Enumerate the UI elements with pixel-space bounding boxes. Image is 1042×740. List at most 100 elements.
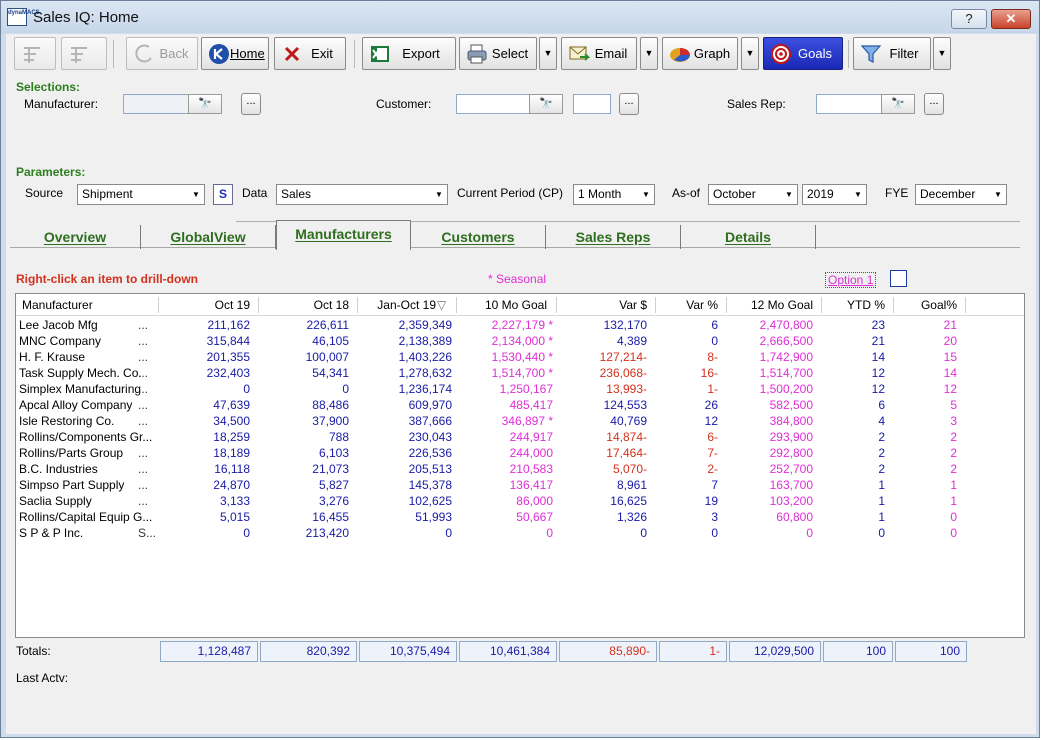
printer-icon [466,43,488,65]
manufacturer-more: ... [138,318,149,332]
graph-dropdown[interactable]: ▼ [741,37,759,70]
table-row[interactable]: Saclia Supply... 3,133 3,276 102,625 86,000 1… [16,493,1024,509]
customer-find-button[interactable]: 🔭 [529,94,563,114]
table-row[interactable]: Isle Restoring Co.... 34,500 37,900 387,666… [16,413,1024,429]
cell-var: 124,553 [603,398,647,412]
table-row[interactable]: Simpso Part Supply... 24,870 5,827 145,378 1… [16,477,1024,493]
table-row[interactable]: Simplex Manufacturing... 0 0 1,236,174 1,250… [16,381,1024,397]
cell-ytd: 387,666 [408,414,452,428]
table-row[interactable]: Apcal Alloy Company... 47,639 88,486 609,97… [16,397,1024,413]
current-period-select[interactable]: 1 Month ▼ [573,184,655,205]
col-var-dollar-header[interactable]: Var $ [556,298,647,312]
filter-dropdown[interactable]: ▼ [933,37,951,70]
col-divider [965,297,966,313]
cell-goal10: 244,917 [509,430,553,444]
back-button[interactable]: Back [126,37,198,70]
col-goal-pct-header[interactable]: Goal% [893,298,957,312]
table-row[interactable]: B.C. Industries... 16,118 21,073 205,513 210… [16,461,1024,477]
manufacturer-input[interactable] [123,94,189,114]
manufacturer-more: ... [138,462,149,476]
export-button[interactable]: Export [362,37,456,70]
sales-rep-find-button[interactable]: 🔭 [881,94,915,114]
col-oct18-header[interactable]: Oct 18 [258,298,349,312]
email-button[interactable]: Email [561,37,637,70]
next-record-button[interactable] [61,37,107,70]
cell-oct18: 100,007 [305,350,349,364]
tab-globalview[interactable]: GlobalView [141,225,276,249]
cell-goal12: 292,800 [769,446,813,460]
cell-oct18: 21,073 [312,462,349,476]
cell-varpct: 0 [711,334,718,348]
cell-varpct: 19 [704,494,718,508]
exit-button[interactable]: Exit [274,37,346,70]
cell-ytd: 230,043 [408,430,452,444]
graph-button[interactable]: Graph [662,37,738,70]
email-icon [568,43,591,65]
asof-month-select[interactable]: October ▼ [708,184,798,205]
table-row[interactable]: H. F. Krause... 201,355 100,007 1,403,226 1,… [16,349,1024,365]
cell-goalpct: 0 [950,510,957,524]
close-button[interactable]: ✕ [991,9,1031,29]
col-10mo-goal-header[interactable]: 10 Mo Goal [456,298,547,312]
table-row[interactable]: Task Supply Mech. Co.... 232,403 54,341 1,2… [16,365,1024,381]
cell-ytdpct: 1 [878,494,885,508]
sales-rep-browse-button[interactable]: ... [924,93,944,115]
total-goal-pct: 100 [895,641,967,662]
table-row[interactable]: S P & P Inc. S... 0 213,420 0 0 0 0 0 0 0 [16,525,1024,541]
select-button[interactable]: Select [459,37,537,70]
chevron-down-icon: ▼ [854,190,862,199]
data-select[interactable]: Sales ▼ [276,184,448,205]
tab-details[interactable]: Details [681,225,816,249]
cell-ytd: 2,138,389 [398,334,452,348]
table-row[interactable]: Rollins/Capital Equip G... 5,015 16,455 51,… [16,509,1024,525]
home-button[interactable]: Home [201,37,269,70]
cell-goal12: 384,800 [769,414,813,428]
manufacturer-more: ... [138,366,149,380]
sort-desc-icon: ▽ [437,298,447,312]
col-12mo-goal-header[interactable]: 12 Mo Goal [726,298,813,312]
seasonal-toggle-button[interactable]: S [213,184,233,205]
tab-manufacturers[interactable]: Manufacturers [276,220,411,250]
asof-year-select[interactable]: 2019 ▼ [802,184,867,205]
tab-customers[interactable]: Customers [411,225,546,249]
window-title: Sales IQ: Home [33,9,139,26]
total-ytd: 10,375,494 [359,641,457,662]
table-row[interactable]: Rollins/Parts Group... 18,189 6,103 226,536… [16,445,1024,461]
tab-sales-reps[interactable]: Sales Reps [546,225,681,249]
total-var-dollar: 85,890- [559,641,657,662]
option-1-link[interactable]: Option 1 [825,272,877,288]
totals-label: Totals: [16,644,51,658]
help-button[interactable]: ? [951,9,987,29]
manufacturer-more: S... [138,526,157,540]
col-oct19-header[interactable]: Oct 19 [158,298,250,312]
option-1-checkbox[interactable] [890,270,907,287]
col-ytd-header[interactable]: Jan-Oct 19 [357,298,436,312]
tab-overview[interactable]: Overview [10,225,141,249]
col-ytd-pct-header[interactable]: YTD % [821,298,885,312]
client-area: Back Home Exit Export Select ▼ Email ▼ G… [6,34,1036,734]
table-row[interactable]: MNC Company... 315,844 46,105 2,138,389 2,13… [16,333,1024,349]
table-row[interactable]: Lee Jacob Mfg... 211,162 226,611 2,359,349 2… [16,317,1024,333]
table-row[interactable]: Rollins/Components Gr... 18,259 788 230,043… [16,429,1024,445]
goals-button[interactable]: Goals [763,37,843,70]
email-dropdown[interactable]: ▼ [640,37,658,70]
cell-goalpct: 2 [950,446,957,460]
col-manufacturer-header[interactable]: Manufacturer [22,298,93,312]
grid-header: Manufacturer Oct 19 Oct 18 Jan-Oct 19 ▽ … [16,294,1024,316]
col-var-pct-header[interactable]: Var % [655,298,718,312]
email-label: Email [594,46,628,61]
customer-extra-input[interactable] [573,94,611,114]
cell-goal12: 60,800 [776,510,813,524]
select-dropdown[interactable]: ▼ [539,37,557,70]
fye-select[interactable]: December ▼ [915,184,1007,205]
first-record-button[interactable] [14,37,56,70]
manufacturer-find-button[interactable]: 🔭 [188,94,222,114]
customer-input[interactable] [456,94,530,114]
cell-oct18: 54,341 [312,366,349,380]
filter-button[interactable]: Filter [853,37,931,70]
cell-goal12: 2,666,500 [759,334,813,348]
manufacturer-browse-button[interactable]: ... [241,93,261,115]
source-select[interactable]: Shipment ▼ [77,184,205,205]
sales-rep-input[interactable] [816,94,882,114]
customer-browse-button[interactable]: ... [619,93,639,115]
